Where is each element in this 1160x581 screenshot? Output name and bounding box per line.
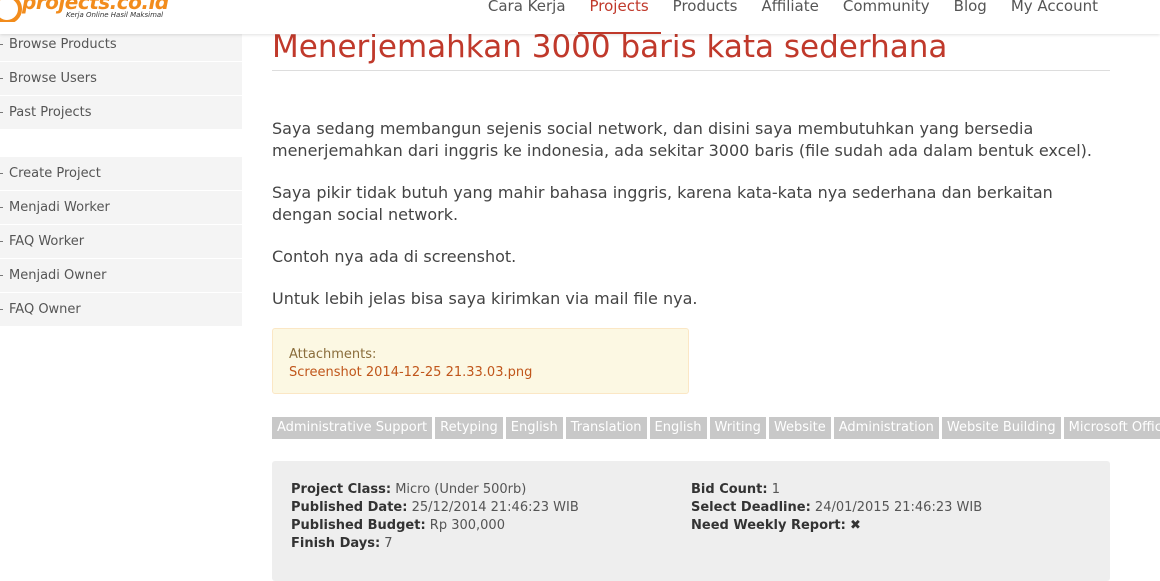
sidebar-group-browse: Browse Products Browse Users Past Projec… [0, 28, 242, 130]
nav-community[interactable]: Community [831, 0, 942, 34]
finish-days-row: Finish Days: 7 [291, 535, 691, 553]
published-date-label: Published Date: [291, 500, 408, 515]
sidebar-item-menjadi-owner[interactable]: Menjadi Owner [0, 259, 242, 293]
weekly-report-label: Need Weekly Report: [691, 518, 846, 533]
select-deadline-row: Select Deadline: 24/01/2015 21:46:23 WIB [691, 499, 1091, 517]
tag[interactable]: English [505, 417, 563, 439]
tag[interactable]: Website [768, 417, 831, 439]
nav-products[interactable]: Products [661, 0, 750, 34]
sidebar: Browse Products Browse Users Past Projec… [0, 28, 242, 327]
finish-days-value: 7 [384, 536, 393, 551]
logo-tagline: Kerja Online Hasil Maksimal [66, 11, 164, 19]
select-deadline-label: Select Deadline: [691, 500, 811, 515]
tag[interactable]: Microsoft Office [1063, 417, 1160, 439]
main-nav: Cara Kerja Projects Products Affiliate C… [476, 0, 1160, 34]
sidebar-item-faq-owner[interactable]: FAQ Owner [0, 293, 242, 327]
top-navbar: projects.co.id Kerja Online Hasil Maksim… [0, 0, 1160, 34]
bid-count-row: Bid Count: 1 [691, 481, 1091, 499]
project-class-label: Project Class: [291, 482, 392, 497]
project-detail: Menerjemahkan 3000 baris kata sederhana … [272, 26, 1160, 581]
bid-count-label: Bid Count: [691, 482, 768, 497]
tag-list: Administrative Support Retyping English … [272, 417, 1160, 439]
sidebar-item-past-projects[interactable]: Past Projects [0, 96, 242, 130]
description-paragraph: Untuk lebih jelas bisa saya kirimkan via… [272, 289, 698, 308]
description-paragraph: Saya sedang membangun sejenis social net… [272, 119, 1092, 160]
info-column-right: Bid Count: 1 Select Deadline: 24/01/2015… [691, 481, 1091, 581]
select-deadline-value: 24/01/2015 21:46:23 WIB [814, 500, 983, 515]
published-budget-label: Published Budget: [291, 518, 426, 533]
weekly-report-row: Need Weekly Report: ✖ [691, 517, 1091, 535]
sidebar-item-browse-users[interactable]: Browse Users [0, 62, 242, 96]
published-budget-value: Rp 300,000 [429, 518, 505, 533]
tag[interactable]: Writing [709, 417, 766, 439]
info-column-left: Project Class: Micro (Under 500rb) Publi… [291, 481, 691, 581]
published-date-row: Published Date: 25/12/2014 21:46:23 WIB [291, 499, 691, 517]
published-budget-row: Published Budget: Rp 300,000 [291, 517, 691, 535]
sidebar-item-menjadi-worker[interactable]: Menjadi Worker [0, 191, 242, 225]
tag[interactable]: English [649, 417, 707, 439]
project-description: Saya sedang membangun sejenis social net… [272, 118, 1110, 310]
sidebar-item-create-project[interactable]: Create Project [0, 157, 242, 191]
attachment-link[interactable]: Screenshot 2014-12-25 21.33.03.png [289, 364, 672, 382]
nav-cara-kerja[interactable]: Cara Kerja [476, 0, 578, 34]
nav-affiliate[interactable]: Affiliate [749, 0, 830, 34]
finish-days-label: Finish Days: [291, 536, 381, 551]
attachments-box: Attachments: Screenshot 2014-12-25 21.33… [272, 328, 689, 394]
published-date-value: 25/12/2014 21:46:23 WIB [411, 500, 579, 515]
project-class-value: Micro (Under 500rb) [395, 482, 527, 497]
project-info-panel: Project Class: Micro (Under 500rb) Publi… [272, 461, 1110, 581]
sidebar-item-faq-worker[interactable]: FAQ Worker [0, 225, 242, 259]
tag[interactable]: Retyping [435, 417, 503, 439]
tag[interactable]: Translation [565, 417, 647, 439]
tag[interactable]: Administration [833, 417, 939, 439]
nav-projects[interactable]: Projects [577, 0, 661, 34]
nav-my-account[interactable]: My Account [999, 0, 1160, 34]
nav-blog[interactable]: Blog [942, 0, 999, 34]
sidebar-group-actions: Create Project Menjadi Worker FAQ Worker… [0, 157, 242, 327]
close-icon: ✖ [850, 518, 861, 533]
tag[interactable]: Website Building [941, 417, 1061, 439]
project-class-row: Project Class: Micro (Under 500rb) [291, 481, 691, 499]
bid-count-value: 1 [771, 482, 781, 497]
description-paragraph: Contoh nya ada di screenshot. [272, 247, 517, 266]
tag[interactable]: Administrative Support [272, 417, 433, 439]
description-paragraph: Saya pikir tidak butuh yang mahir bahasa… [272, 183, 1053, 224]
logo-ring-icon [0, 0, 22, 22]
site-logo[interactable]: projects.co.id Kerja Online Hasil Maksim… [0, 0, 175, 22]
attachments-label: Attachments: [289, 347, 377, 362]
